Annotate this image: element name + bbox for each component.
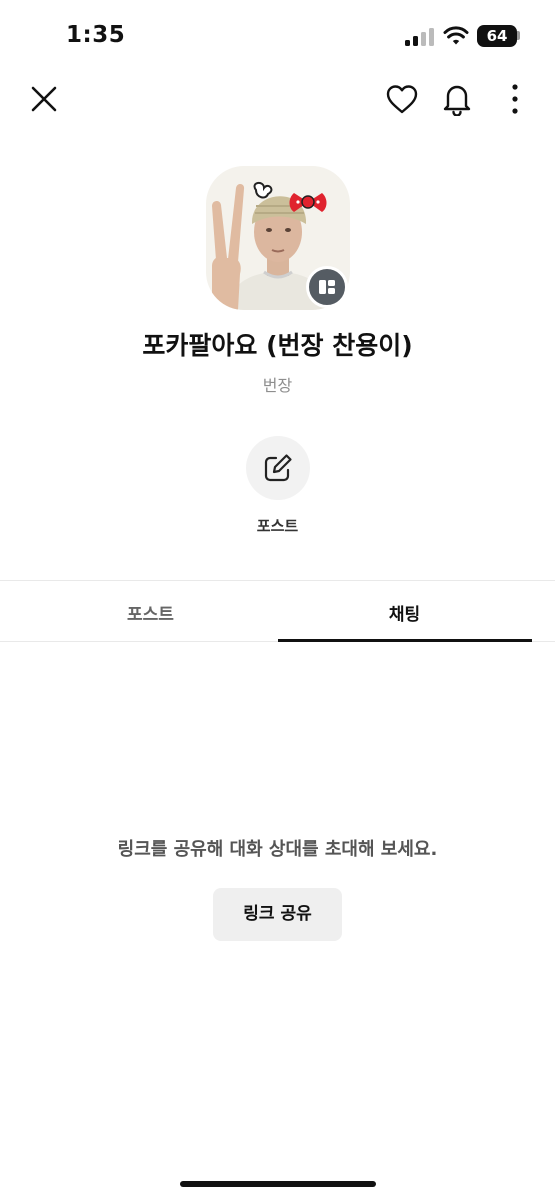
- divider: [0, 580, 555, 581]
- heart-icon[interactable]: [385, 83, 419, 117]
- bell-icon[interactable]: [440, 82, 474, 116]
- wifi-icon: [443, 26, 469, 46]
- cellular-signal-icon: [405, 28, 435, 46]
- layout-icon: [306, 266, 348, 308]
- profile-name: 포카팔아요 (번장 찬용이): [142, 331, 413, 360]
- profile-handle: 번장: [262, 376, 293, 395]
- status-time: 1:35: [66, 22, 126, 48]
- edit-icon: [264, 454, 292, 482]
- post-button-label: 포스트: [256, 517, 299, 535]
- battery-cap: [517, 31, 520, 40]
- tab-chat[interactable]: 채팅: [266, 600, 543, 625]
- empty-state-message: 링크를 공유해 대화 상대를 초대해 보세요.: [117, 839, 438, 860]
- battery-icon: 64: [477, 25, 517, 47]
- more-vertical-icon[interactable]: [498, 82, 532, 116]
- share-link-button[interactable]: 링크 공유: [213, 888, 342, 941]
- tab-posts[interactable]: 포스트: [12, 600, 289, 625]
- home-indicator: [180, 1181, 376, 1187]
- post-button[interactable]: [246, 436, 310, 500]
- close-icon[interactable]: [27, 82, 61, 116]
- active-tab-indicator: [278, 639, 532, 642]
